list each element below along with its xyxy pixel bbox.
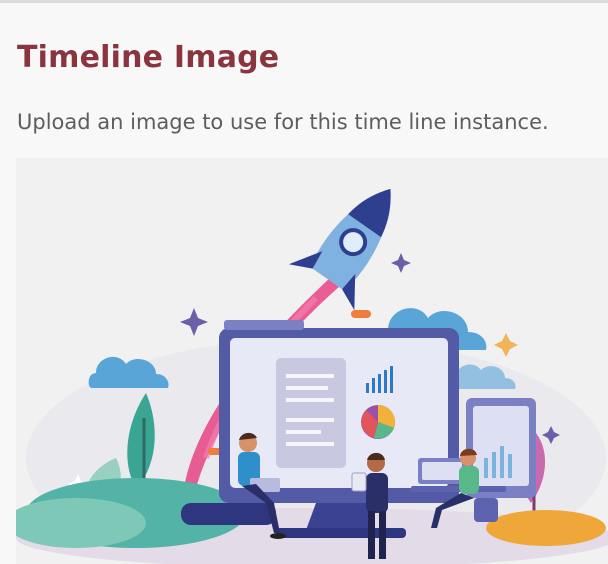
section-title: Timeline Image xyxy=(17,40,280,75)
section-description: Upload an image to use for this time lin… xyxy=(17,110,549,134)
timeline-image-upload[interactable] xyxy=(16,158,608,564)
rocket-launch-illustration xyxy=(16,188,608,564)
